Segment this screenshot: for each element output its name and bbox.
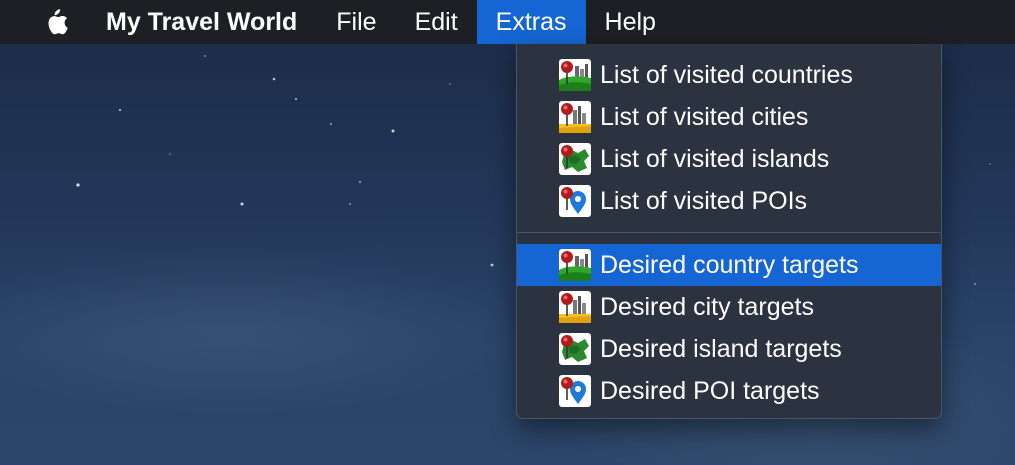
apple-logo-icon [48,9,68,35]
country-pin-icon [559,59,591,91]
country-pin-icon [559,249,591,281]
menu-item-label: List of visited cities [600,102,809,131]
menu-item-desired-countries[interactable]: Desired country targets [517,244,941,286]
menu-extras[interactable]: Extras [476,0,586,44]
city-pin-icon [559,101,591,133]
menu-item-label: List of visited countries [600,60,853,89]
menu-item-visited-cities[interactable]: List of visited cities [517,96,941,138]
menu-item-label: Desired city targets [600,292,814,321]
menu-bar: My Travel World File Edit Extras Help [0,0,1015,44]
extras-dropdown-menu: List of visited countries List of visite… [516,44,942,419]
poi-pin-icon [559,375,591,407]
menu-item-desired-cities[interactable]: Desired city targets [517,286,941,328]
city-pin-icon [559,291,591,323]
menu-item-label: List of visited POIs [600,186,808,215]
poi-pin-icon [559,185,591,217]
menu-item-label: Desired country targets [600,250,859,279]
menu-file[interactable]: File [317,0,395,44]
menu-item-visited-countries[interactable]: List of visited countries [517,54,941,96]
apple-menu[interactable] [36,0,76,44]
menu-app-name[interactable]: My Travel World [90,0,317,44]
menu-item-label: List of visited islands [600,144,830,173]
menu-help[interactable]: Help [586,0,675,44]
island-pin-icon [559,143,591,175]
menu-item-desired-islands[interactable]: Desired island targets [517,328,941,370]
menu-item-label: Desired POI targets [600,376,820,405]
menu-edit[interactable]: Edit [396,0,477,44]
menu-item-desired-pois[interactable]: Desired POI targets [517,370,941,412]
menu-item-label: Desired island targets [600,334,842,363]
menu-separator [517,232,941,233]
menu-item-visited-islands[interactable]: List of visited islands [517,138,941,180]
island-pin-icon [559,333,591,365]
menu-item-visited-pois[interactable]: List of visited POIs [517,180,941,222]
